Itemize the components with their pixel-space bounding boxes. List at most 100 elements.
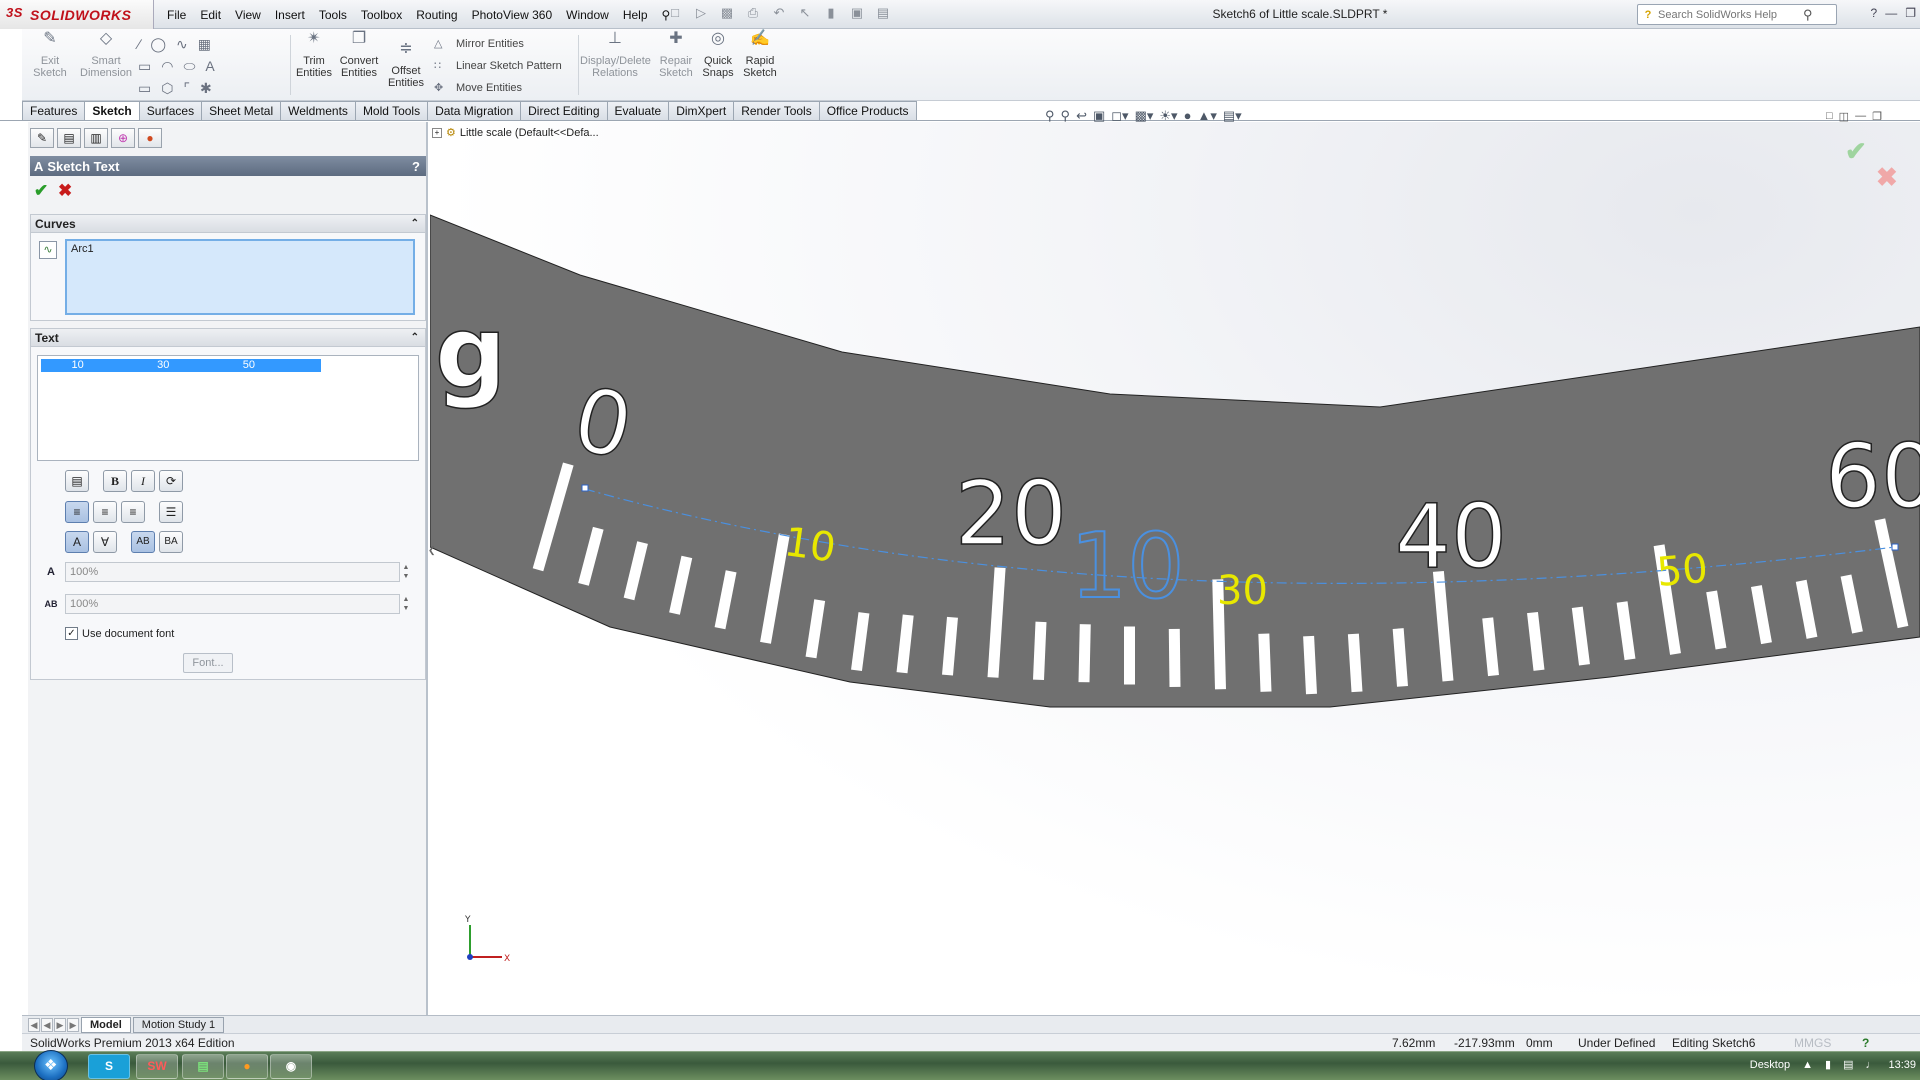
spline-icon[interactable]: ∿ [176,33,188,55]
expand-icon[interactable]: + [432,127,442,138]
line-icon[interactable]: ∕ [138,33,140,55]
configuration-manager-icon[interactable]: ▥ [84,128,108,148]
menu-help[interactable]: Help [616,8,655,22]
tab-dimxpert[interactable]: DimXpert [668,101,735,120]
flip-vertical-icon[interactable]: A [65,531,89,553]
tab-surfaces[interactable]: Surfaces [138,101,203,120]
flip-horizontal-mirror-icon[interactable]: BA [159,531,183,553]
full-justify-icon[interactable]: ☰ [159,501,183,523]
arc-start-point[interactable] [581,484,589,492]
offset-entities-button[interactable]: ≑ Offset Entities [386,41,426,90]
tab-motion-study-1[interactable]: Motion Study 1 [132,1016,225,1033]
menu-toolbox[interactable]: Toolbox [354,8,409,22]
app-taskbar-icon[interactable]: ▤ [182,1054,224,1079]
tab-features[interactable]: Features [22,101,86,120]
point-icon[interactable]: ✱ [200,77,212,99]
rebuild-icon[interactable]: ▮ [820,5,842,23]
units-selector[interactable]: MMGS [1794,1036,1831,1050]
bold-icon[interactable]: B [103,470,127,492]
open-icon[interactable]: ▷ [690,5,712,23]
mirror-entities-button[interactable]: △ Mirror Entities [434,33,562,55]
align-right-icon[interactable]: ≡ [121,501,145,523]
trim-entities-button[interactable]: ✴ Trim Entities [294,31,334,80]
menu-window[interactable]: Window [559,8,616,22]
skype-taskbar-icon[interactable]: S [88,1054,130,1079]
text-group-header[interactable]: Text ⌃ [31,329,425,347]
part-name[interactable]: Little scale (Default<<Defa... [460,127,599,139]
print-icon[interactable]: ⎙ [742,5,764,23]
next-tab-icon[interactable]: ▶ [54,1017,66,1032]
viewport-restore-icon[interactable]: ❐ [1872,110,1882,123]
panel-splitter-icon[interactable]: ❮ [428,545,436,575]
menu-routing[interactable]: Routing [409,8,464,22]
arc-icon[interactable]: ◠ [161,55,173,77]
previous-view-icon[interactable]: ↩ [1076,108,1087,124]
repair-sketch-button[interactable]: ✚ Repair Sketch [656,31,696,80]
font-button[interactable]: Font... [183,653,233,673]
linear-sketch-pattern-button[interactable]: ∷ Linear Sketch Pattern [434,55,562,77]
display-style-icon[interactable]: ▩▾ [1135,108,1154,124]
help-search[interactable]: ? ⚲ [1637,4,1837,25]
minimize-icon[interactable]: — [1885,6,1897,20]
section-view-icon[interactable]: ▣ [1093,108,1105,124]
move-entities-button[interactable]: ✥ Move Entities [434,77,562,99]
help-icon[interactable]: ? [412,159,420,174]
save-icon[interactable]: ▩ [716,5,738,23]
restore-icon[interactable]: ❐ [1905,6,1916,20]
collapse-icon[interactable]: ⌃ [411,218,419,229]
rectangle-icon[interactable]: ▭ [138,55,151,77]
status-help-icon[interactable]: ? [1862,1036,1869,1050]
display-delete-relations-button[interactable]: ⊥ Display/Delete Relations [580,31,651,80]
tab-sheet-metal[interactable]: Sheet Metal [201,101,282,120]
tab-data-migration[interactable]: Data Migration [427,101,522,120]
zoom-to-fit-icon[interactable]: ⚲ [1045,108,1055,124]
width-factor-spinner-icon[interactable]: ▲ ▼ [400,563,412,581]
undo-icon[interactable]: ↶ [768,5,790,23]
search-icon[interactable]: ⚲ [1803,7,1821,23]
menu-view[interactable]: View [228,8,268,22]
zoom-to-area-icon[interactable]: ⚲ [1061,108,1071,124]
confirm-cancel-icon[interactable]: ✖ [1876,162,1898,193]
tab-render-tools[interactable]: Render Tools [733,101,820,120]
desktop-toolbar[interactable]: Desktop [1750,1059,1790,1071]
spacing-spinner-icon[interactable]: ▲ ▼ [400,595,412,613]
quick-snaps-button[interactable]: ◎ Quick Snaps [700,31,736,80]
ellipse-icon[interactable]: ⬭ [183,55,195,77]
italic-icon[interactable]: I [131,470,155,492]
select-icon[interactable]: ↖ [794,5,816,23]
curves-group-header[interactable]: Curves ⌃ [31,215,425,233]
volume-icon[interactable]: ♩ [1865,1059,1876,1071]
battery-icon[interactable]: ▮ [1825,1058,1831,1071]
ok-check-icon[interactable]: ✔ [34,181,48,201]
tray-overflow-icon[interactable]: ▲ [1802,1059,1813,1071]
circle-icon[interactable]: ◯ [150,33,166,55]
tab-direct-editing[interactable]: Direct Editing [520,101,608,120]
convert-entities-button[interactable]: ❐ Convert Entities [336,31,382,80]
width-factor-input[interactable]: 100% [65,562,400,582]
use-document-font-checkbox[interactable]: ✓ [65,627,78,640]
file-properties-icon[interactable]: ▣ [846,5,868,23]
rapid-sketch-button[interactable]: ✍ Rapid Sketch [740,31,780,80]
hide-show-items-icon[interactable]: ☀▾ [1159,108,1177,124]
help-menu-icon[interactable]: ? [1871,6,1878,20]
collapse-icon[interactable]: ⌃ [411,332,419,343]
clock[interactable]: 13:39 [1888,1059,1916,1071]
slot-icon[interactable]: ▭ [138,77,151,99]
viewport-split-icon[interactable]: ◫ [1839,110,1849,123]
flip-vertical-down-icon[interactable]: ∀ [93,531,117,553]
firefox-taskbar-icon[interactable]: ● [226,1054,268,1079]
viewport-single-icon[interactable]: □ [1826,110,1833,123]
sketch-text-input[interactable]: 10 30 50 [37,355,419,461]
graphics-area[interactable]: g 0 20 40 60 10 10 30 50 Y X [430,122,1920,1015]
apply-scene-icon[interactable]: ▲▾ [1197,108,1216,124]
chrome-taskbar-icon[interactable]: ◉ [270,1054,312,1079]
menu-insert[interactable]: Insert [268,8,312,22]
arc-end-point[interactable] [1891,543,1899,551]
tab-sketch[interactable]: Sketch [84,101,140,120]
text-icon[interactable]: A [205,55,214,77]
tab-weldments[interactable]: Weldments [280,101,356,120]
options-icon[interactable]: ▤ [872,5,894,23]
first-tab-icon[interactable]: ◀ [28,1017,40,1032]
menu-tools[interactable]: Tools [312,8,354,22]
network-icon[interactable]: ▤ [1843,1058,1853,1071]
